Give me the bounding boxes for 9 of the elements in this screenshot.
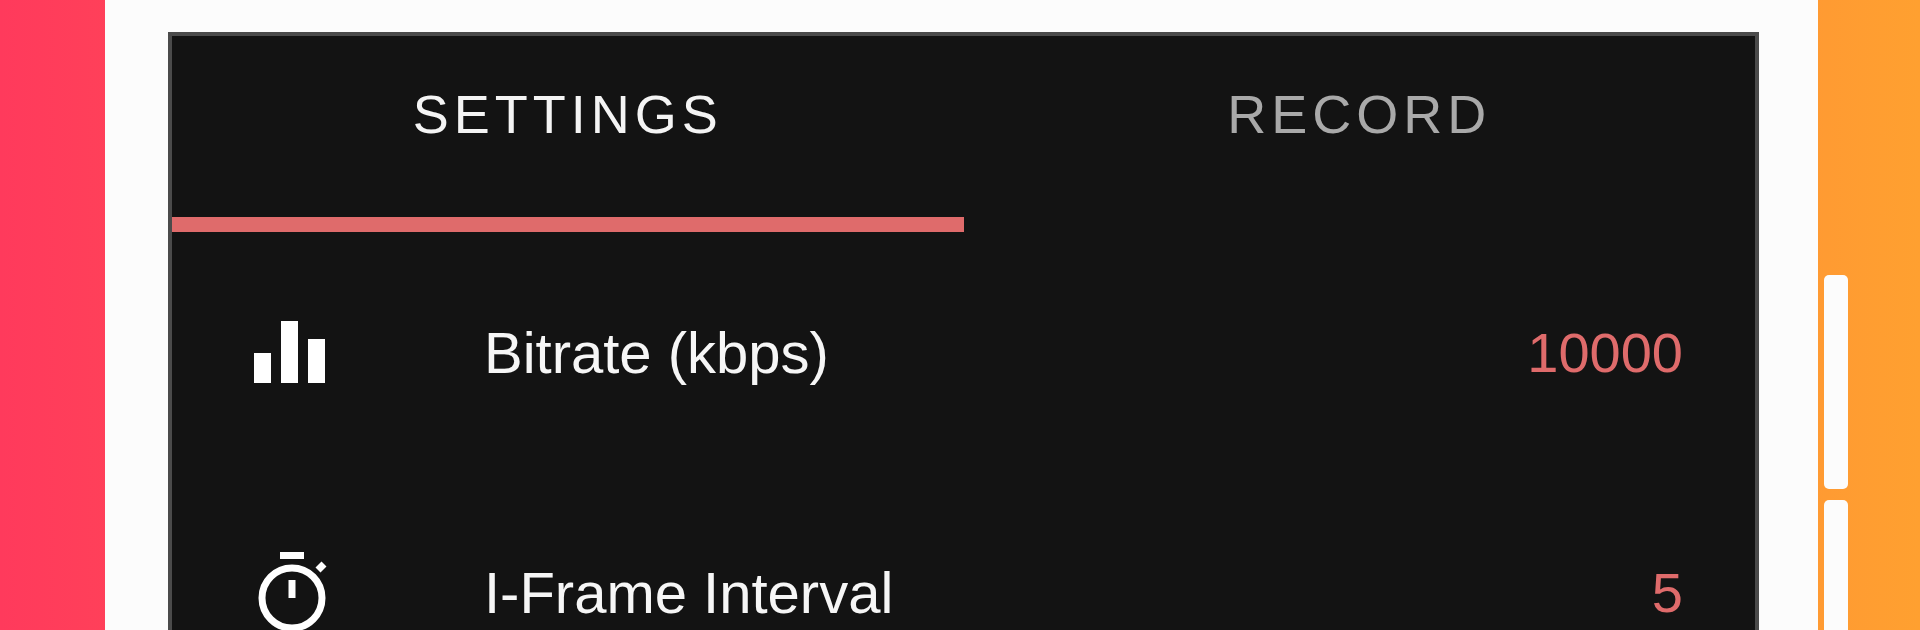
setting-label: Bitrate (kbps) — [484, 318, 830, 386]
tab[interactable]: RECORD — [963, 36, 1755, 232]
side-button[interactable] — [1824, 500, 1848, 630]
tab[interactable]: SETTINGS — [172, 36, 964, 232]
setting-label: I-Frame Interval — [484, 558, 895, 626]
setting-value: 5 — [1651, 559, 1683, 625]
side-button[interactable] — [1824, 275, 1848, 489]
setting-value: 10000 — [1527, 319, 1683, 385]
bar-chart-icon — [254, 321, 326, 383]
